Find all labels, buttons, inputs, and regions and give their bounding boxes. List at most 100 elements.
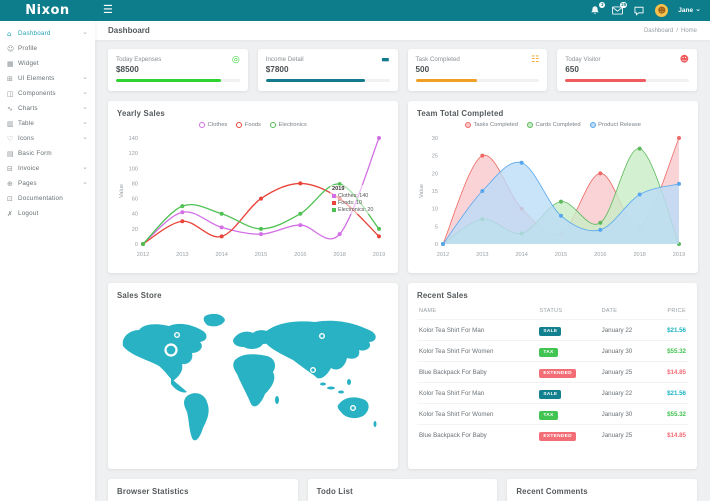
home-icon: ⌂ — [7, 30, 18, 38]
svg-text:40: 40 — [132, 212, 138, 218]
chevron-down-icon — [82, 164, 88, 171]
sidebar-item-dashboard[interactable]: ⌂ Dashboard — [0, 26, 95, 41]
stat-cards-row: Today Expenses $8500 ◎ Income Detail $78… — [108, 49, 697, 91]
svg-text:2016: 2016 — [594, 252, 606, 258]
card-title: Recent Sales — [417, 291, 688, 300]
visitors-icon: ☻ — [680, 56, 689, 65]
bell-icon[interactable]: 3 — [589, 5, 601, 17]
sidebar-item-table[interactable]: ▥ Table — [0, 116, 95, 131]
col-date: Date — [600, 303, 653, 320]
stat-card-today-visitor: Today Visitor 650 ☻ — [557, 49, 697, 91]
progress-bar — [116, 79, 240, 82]
status-badge: SALE — [539, 327, 561, 336]
sidebar-item-widget[interactable]: ▦ Widget — [0, 56, 95, 71]
menu-toggle-icon[interactable] — [103, 5, 113, 16]
legend-item[interactable]: Cards Completed — [527, 121, 581, 129]
chevron-down-icon — [82, 179, 88, 186]
stat-card-task-completed: Task Completed 500 ☷ — [408, 49, 548, 91]
svg-text:0: 0 — [435, 242, 438, 248]
stat-card-income-detail: Income Detail $7800 ▬ — [258, 49, 398, 91]
breadcrumb-dashboard[interactable]: Dashboard — [644, 28, 673, 34]
widget-icon: ▦ — [7, 60, 18, 68]
table-row[interactable]: Blue Backpack For Baby EXTENDED January … — [417, 425, 688, 446]
legend-item[interactable]: Clothes — [199, 121, 227, 129]
svg-text:5: 5 — [435, 224, 438, 230]
progress-bar — [565, 79, 689, 82]
yearly-sales-card: Yearly Sales ClothesFoodsElectronics 020… — [108, 101, 398, 273]
sidebar-item-logout[interactable]: ✗ Logout — [0, 206, 95, 221]
svg-text:20: 20 — [132, 227, 138, 233]
status-badge: TAX — [539, 348, 557, 357]
sidebar-item-pages[interactable]: ⊕ Pages — [0, 176, 95, 191]
mail-badge: 25 — [620, 2, 627, 8]
heart-icon: ♡ — [7, 135, 18, 143]
browser-statistics-card: Browser Statistics Google Chrome 90% — [108, 479, 298, 501]
svg-text:20: 20 — [432, 171, 438, 177]
user-menu[interactable]: Jane — [678, 7, 701, 14]
task-list-icon: ☷ — [531, 56, 539, 65]
svg-text:2019: 2019 — [673, 252, 685, 258]
progress-bar — [266, 79, 390, 82]
chevron-down-icon — [82, 119, 88, 126]
logout-icon: ✗ — [7, 210, 18, 218]
svg-text:2014: 2014 — [515, 252, 527, 258]
status-badge: TAX — [539, 411, 557, 420]
breadcrumb-home[interactable]: Home — [681, 28, 697, 34]
legend-item[interactable]: Foods — [236, 121, 261, 129]
svg-text:2018: 2018 — [633, 252, 645, 258]
card-title: Sales Store — [117, 291, 389, 300]
table-row[interactable]: Kolor Tea Shirt For Man SALE January 22 … — [417, 383, 688, 404]
chevron-down-icon — [82, 104, 88, 111]
topbar: Nixon 3 25 ☻ Jane — [0, 0, 710, 21]
svg-text:2015: 2015 — [255, 252, 267, 258]
chevron-down-icon — [82, 89, 88, 96]
svg-text:2012: 2012 — [137, 252, 149, 258]
table-row[interactable]: Kolor Tea Shirt For Women TAX January 30… — [417, 404, 688, 425]
svg-text:10: 10 — [432, 207, 438, 213]
col-name: Name — [417, 303, 537, 320]
card-title: Todo List — [317, 487, 489, 496]
sidebar-item-icons[interactable]: ♡ Icons — [0, 131, 95, 146]
svg-text:2019: 2019 — [373, 252, 385, 258]
yearly-sales-chart[interactable]: 020406080100120140Value20122013201420152… — [117, 130, 389, 260]
col-status: Status — [537, 303, 599, 320]
chevron-down-icon — [82, 134, 88, 141]
svg-text:2016: 2016 — [294, 252, 306, 258]
todo-list-card: Todo List get up — [308, 479, 498, 501]
sidebar-item-documentation[interactable]: ⊡ Documentation — [0, 191, 95, 206]
status-badge: EXTENDED — [539, 369, 576, 378]
sidebar-item-charts[interactable]: ∿ Charts — [0, 101, 95, 116]
svg-text:2014: 2014 — [215, 252, 227, 258]
sidebar: ⌂ Dashboard ☺ Profile ▦ Widget ⊞ UI Elem… — [0, 21, 95, 501]
chat-icon[interactable] — [633, 5, 645, 17]
target-icon: ◎ — [232, 56, 240, 65]
sidebar-item-profile[interactable]: ☺ Profile — [0, 41, 95, 56]
mail-icon[interactable]: 25 — [611, 5, 623, 17]
sidebar-item-invoice[interactable]: ⊟ Invoice — [0, 161, 95, 176]
sidebar-item-components[interactable]: ◫ Components — [0, 86, 95, 101]
sidebar-item-basic-form[interactable]: ▤ Basic Form — [0, 146, 95, 161]
col-price: Price — [653, 303, 688, 320]
legend-item[interactable]: Tasks Completed — [465, 121, 518, 129]
table-row[interactable]: Blue Backpack For Baby EXTENDED January … — [417, 362, 688, 383]
legend-item[interactable]: Product Release — [590, 121, 641, 129]
team-total-completed-card: Team Total Completed Tasks CompletedCard… — [408, 101, 698, 273]
sidebar-item-ui-elements[interactable]: ⊞ UI Elements — [0, 71, 95, 86]
table-icon: ▥ — [7, 120, 18, 128]
world-map[interactable] — [117, 308, 389, 456]
svg-text:2012: 2012 — [437, 252, 449, 258]
svg-text:30: 30 — [432, 136, 438, 142]
legend-item[interactable]: Electronics — [270, 121, 307, 129]
document-icon: ⊡ — [7, 195, 18, 203]
avatar[interactable]: ☻ — [655, 4, 668, 17]
card-title: Recent Comments — [516, 487, 688, 496]
svg-text:2015: 2015 — [555, 252, 567, 258]
recent-sales-card: Recent Sales Name Status Date Price Kolo… — [408, 283, 697, 469]
chart-legend: Clothes Foods Electronics — [117, 121, 389, 129]
svg-text:2013: 2013 — [176, 252, 188, 258]
table-row[interactable]: Kolor Tea Shirt For Women TAX January 30… — [417, 341, 688, 362]
app-logo: Nixon — [0, 3, 95, 18]
table-row[interactable]: Kolor Tea Shirt For Man SALE January 22 … — [417, 320, 688, 341]
team-total-completed-chart[interactable]: 051015202530Value20122013201420152016201… — [417, 130, 689, 260]
svg-text:140: 140 — [129, 136, 138, 142]
